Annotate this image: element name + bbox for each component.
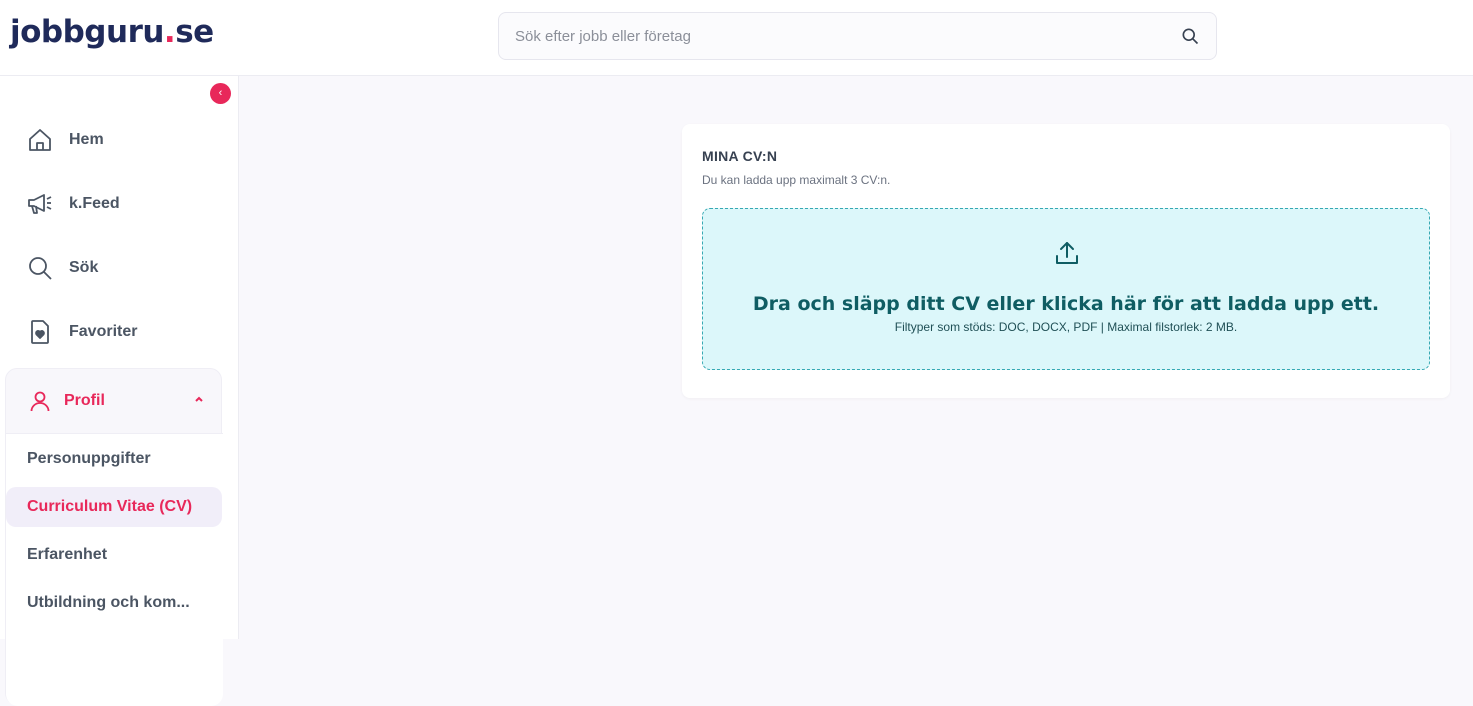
profile-section: Profil Personuppgifter Curriculum Vitae …: [5, 368, 223, 706]
cv-card: MINA CV:N Du kan ladda upp maximalt 3 CV…: [682, 124, 1450, 398]
search-icon: [29, 257, 52, 280]
megaphone-icon: [28, 194, 52, 214]
profile-submenu: Personuppgifter Curriculum Vitae (CV) Er…: [6, 433, 223, 706]
sidebar-item-sok[interactable]: Sök: [26, 248, 98, 288]
sidebar-item-hem[interactable]: Hem: [26, 120, 104, 160]
dropzone-title: Dra och släpp ditt CV eller klicka här f…: [752, 293, 1380, 315]
heart-document-icon: [31, 320, 49, 344]
chevron-up-icon[interactable]: [193, 393, 205, 405]
search-bar: [498, 12, 1217, 60]
logo-dot: .: [163, 14, 176, 50]
submenu-item-erfarenhet[interactable]: Erfarenhet: [6, 535, 222, 575]
card-title: MINA CV:N: [702, 148, 778, 164]
sidebar-item-kfeed[interactable]: k.Feed: [26, 184, 120, 224]
submenu-item-personuppgifter[interactable]: Personuppgifter: [6, 439, 222, 479]
upload-icon: [1056, 242, 1078, 264]
jobbguru-logo[interactable]: jobbguru.se: [10, 14, 214, 50]
top-header: jobbguru.se: [0, 0, 1473, 76]
user-icon: [30, 391, 50, 412]
search-icon[interactable]: [1180, 26, 1200, 46]
home-icon: [29, 129, 51, 151]
logo-tld: se: [175, 14, 214, 50]
sidebar-item-label: Hem: [69, 131, 104, 148]
dropzone-subtitle: Filtyper som stöds: DOC, DOCX, PDF | Max…: [894, 320, 1238, 334]
sidebar-item-profil[interactable]: Profil: [6, 369, 223, 433]
sidebar-item-label: Sök: [69, 259, 99, 276]
submenu-item-utbildning[interactable]: Utbildning och kom...: [6, 583, 222, 623]
card-subtitle: Du kan ladda upp maximalt 3 CV:n.: [702, 173, 891, 187]
sidebar-item-favoriter[interactable]: Favoriter: [26, 312, 137, 352]
cv-upload-dropzone[interactable]: Dra och släpp ditt CV eller klicka här f…: [702, 208, 1430, 370]
sidebar-item-label: k.Feed: [69, 195, 120, 212]
logo-main: jobbguru: [10, 14, 164, 50]
collapse-sidebar-button[interactable]: ‹: [210, 83, 231, 104]
sidebar-item-label: Favoriter: [69, 323, 138, 340]
profile-label: Profil: [64, 392, 105, 409]
search-input[interactable]: [515, 27, 1180, 45]
submenu-item-cv[interactable]: Curriculum Vitae (CV): [6, 487, 222, 527]
sidebar: ‹ Hem k.Feed Sök Favoriter Profil Person…: [0, 76, 239, 706]
